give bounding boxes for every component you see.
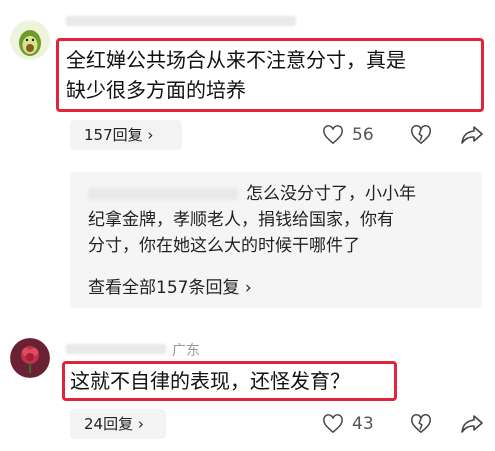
comment-1-line-1: 全红婵公共场合从来不注意分寸，真是 [66,48,406,72]
broken-heart-icon [411,414,431,434]
comment-2-share-button[interactable] [460,413,484,435]
avocado-avatar-icon [10,20,50,60]
comment-1-replies-button[interactable]: 157回复 › [70,120,182,150]
comment-2-like-button[interactable]: 43 [322,414,402,436]
comment-2-like-count: 43 [352,414,374,434]
comment-1-line-2: 缺少很多方面的培养 [66,78,246,102]
comment-1-text: 全红婵公共场合从来不注意分寸，真是 缺少很多方面的培养 [66,45,476,105]
username-blurred[interactable] [66,16,296,26]
username-2-blurred[interactable] [66,344,166,354]
comment-2-dislike-button[interactable] [410,413,432,435]
share-icon [461,126,483,144]
broken-heart-icon [411,125,431,145]
heart-icon [323,414,343,434]
comment-1-dislike-button[interactable] [410,124,432,146]
rose-avatar-icon [10,338,50,378]
share-icon [461,415,483,433]
comment-1-like-count: 56 [352,125,374,145]
heart-icon [323,125,343,145]
reply-text: 怎么没分寸了，小小年 纪拿金牌，孝顺老人，捐钱给国家，你有 分寸，你在她这么大的… [88,181,478,259]
reply-line-1: 怎么没分寸了，小小年 [246,184,416,204]
comment-1-share-button[interactable] [460,124,484,146]
comment-2-location: 广东 [172,343,200,359]
reply-line-2: 纪拿金牌，孝顺老人，捐钱给国家，你有 [88,210,394,230]
avatar-rose[interactable] [10,338,50,378]
comment-1-like-button[interactable]: 56 [322,125,402,147]
view-all-replies-link[interactable]: 查看全部157条回复 › [88,273,252,298]
reply-line-3: 分寸，你在她这么大的时候干哪件了 [88,236,360,256]
comment-2-text: 这就不自律的表现，还怪发育？ [70,369,350,393]
comment-2-replies-button[interactable]: 24回复 › [70,409,166,439]
avatar-avocado[interactable] [10,20,50,60]
